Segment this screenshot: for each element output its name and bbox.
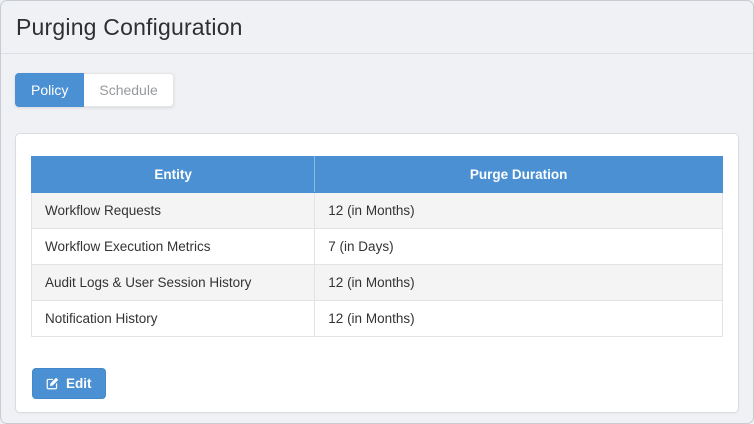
purge-policy-table: Entity Purge Duration Workflow Requests … [30, 156, 723, 337]
entity-cell: Workflow Requests [30, 192, 316, 229]
edit-button[interactable]: Edit [32, 368, 106, 399]
table-header: Entity Purge Duration [30, 156, 723, 193]
tab-group: Policy Schedule [15, 73, 174, 107]
purge-duration-cell: 12 (in Months) [314, 300, 723, 337]
purge-duration-cell: 12 (in Months) [314, 264, 723, 301]
edit-button-label: Edit [66, 376, 92, 391]
table-row: Workflow Requests 12 (in Months) [30, 192, 723, 229]
edit-icon [46, 377, 59, 390]
column-header-purge-duration: Purge Duration [314, 156, 723, 193]
policy-card: Entity Purge Duration Workflow Requests … [15, 133, 739, 413]
entity-cell: Notification History [30, 300, 316, 337]
purging-configuration-panel: Purging Configuration Policy Schedule En… [0, 0, 754, 424]
table-row: Notification History 12 (in Months) [30, 300, 723, 337]
table-row: Workflow Execution Metrics 7 (in Days) [30, 228, 723, 265]
tab-policy[interactable]: Policy [15, 73, 85, 107]
entity-cell: Audit Logs & User Session History [30, 264, 316, 301]
title-divider [1, 53, 753, 54]
table-row: Audit Logs & User Session History 12 (in… [30, 264, 723, 301]
purge-duration-cell: 12 (in Months) [314, 192, 723, 229]
column-header-entity: Entity [30, 156, 316, 193]
page-title: Purging Configuration [16, 14, 243, 40]
entity-cell: Workflow Execution Metrics [30, 228, 316, 265]
tab-schedule[interactable]: Schedule [84, 73, 174, 107]
purge-duration-cell: 7 (in Days) [314, 228, 723, 265]
